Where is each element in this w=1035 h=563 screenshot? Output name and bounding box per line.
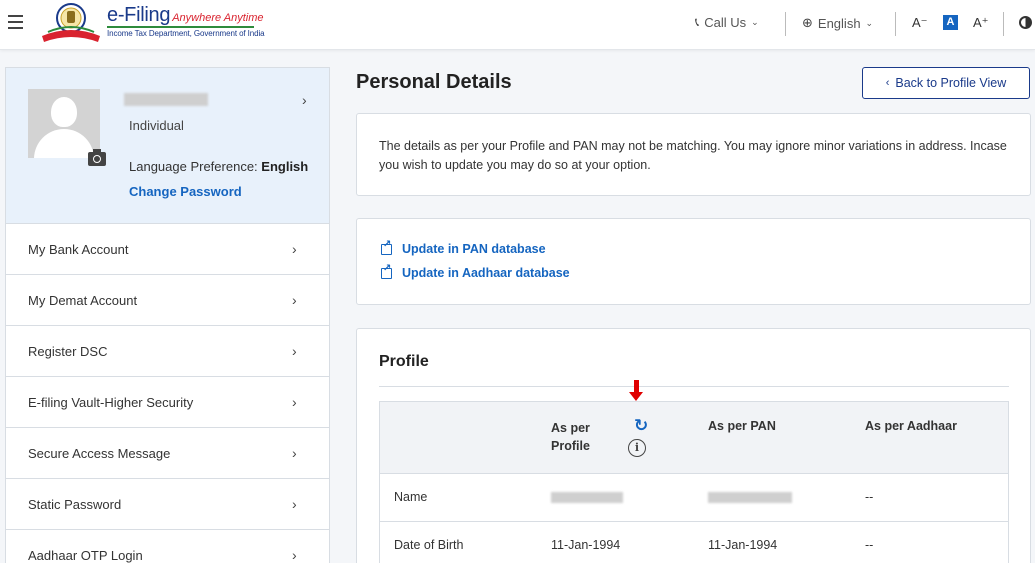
red-arrow-annotation <box>629 380 643 401</box>
chevron-right-icon: › <box>292 292 297 308</box>
sidebar-item-register-dsc[interactable]: Register DSC › <box>6 326 329 377</box>
table-header: As per Profile ↻ i As per PAN As per Aad… <box>379 380 1009 474</box>
chevron-right-icon: › <box>292 496 297 512</box>
sidebar-item-label: My Bank Account <box>28 242 129 257</box>
header-divider <box>895 12 896 36</box>
emblem-logo-icon <box>42 3 100 42</box>
update-pan-label: Update in PAN database <box>402 242 546 256</box>
globe-icon: ⊕ <box>802 15 813 30</box>
info-icon[interactable]: i <box>628 439 646 457</box>
change-password-link[interactable]: Change Password <box>129 184 242 199</box>
profile-comparison-table: As per Profile ↻ i As per PAN As per Aad… <box>379 380 1009 563</box>
sidebar-item-label: Register DSC <box>28 344 108 359</box>
language-label: English <box>817 15 861 31</box>
update-pan-link[interactable]: Update in PAN database <box>381 239 546 256</box>
row-profile-value: 11-Jan-1994 <box>551 538 621 552</box>
profile-divider <box>379 386 1009 387</box>
sidebar-item-bank-account[interactable]: My Bank Account › <box>6 224 329 275</box>
page-title: Personal Details <box>356 71 512 93</box>
row-aadhaar-value: -- <box>865 490 874 504</box>
call-us-button[interactable]: 📞︎ Call Us ⌄ <box>695 15 759 30</box>
back-button-label: Back to Profile View <box>895 76 1007 90</box>
name-profile-redacted <box>551 490 623 504</box>
update-aadhaar-link[interactable]: Update in Aadhaar database <box>381 263 570 280</box>
profile-summary-card: › Individual Language Preference: Englis… <box>6 68 329 224</box>
sidebar-item-static-password[interactable]: Static Password › <box>6 479 329 530</box>
chevron-down-icon: ⌄ <box>751 17 759 27</box>
font-normal-button[interactable]: A <box>943 15 958 30</box>
col-profile-line1: As per <box>551 421 590 435</box>
top-header: e-Filing Anywhere Anytime Income Tax Depa… <box>0 0 1035 50</box>
row-pan-value: 11-Jan-1994 <box>708 538 778 552</box>
sidebar-item-secure-access-message[interactable]: Secure Access Message › <box>6 428 329 479</box>
update-aadhaar-label: Update in Aadhaar database <box>402 266 570 280</box>
chevron-right-icon[interactable]: › <box>302 92 307 108</box>
chevron-down-icon: ⌄ <box>865 17 874 28</box>
user-type-label: Individual <box>129 118 184 133</box>
chevron-right-icon: › <box>292 394 297 410</box>
phone-icon: 📞︎ <box>695 15 700 29</box>
col-as-per-pan: As per PAN <box>708 419 776 433</box>
sidebar-item-demat-account[interactable]: My Demat Account › <box>6 275 329 326</box>
hamburger-menu-icon[interactable] <box>8 15 23 29</box>
row-aadhaar-value: -- <box>865 538 874 552</box>
camera-icon[interactable] <box>88 149 106 166</box>
sidebar-item-label: E-filing Vault-Higher Security <box>28 395 194 410</box>
logo-title[interactable]: e-Filing Anywhere Anytime <box>107 4 264 27</box>
table-row: Date of Birth 11-Jan-1994 11-Jan-1994 -- <box>379 522 1009 563</box>
notice-card: The details as per your Profile and PAN … <box>356 113 1031 196</box>
refresh-icon[interactable]: ↻ <box>634 416 648 436</box>
logo-subtitle: Income Tax Department, Government of Ind… <box>107 29 265 38</box>
logo-tagline: Anywhere Anytime <box>172 12 264 24</box>
sidebar: › Individual Language Preference: Englis… <box>5 67 330 563</box>
col-as-per-aadhaar: As per Aadhaar <box>865 419 957 433</box>
row-field-label: Date of Birth <box>394 538 464 552</box>
external-link-icon <box>381 263 392 279</box>
call-us-label: Call Us <box>704 15 747 30</box>
row-field-label: Name <box>394 490 428 504</box>
language-preference-label: Language Preference: <box>129 159 262 174</box>
name-pan-redacted <box>708 490 792 504</box>
contrast-toggle-icon[interactable] <box>1019 16 1032 29</box>
language-selector[interactable]: ⊕ English ⌄ <box>802 15 873 31</box>
sidebar-item-label: Secure Access Message <box>28 446 171 461</box>
header-divider <box>1003 12 1004 36</box>
sidebar-item-aadhaar-otp-login[interactable]: Aadhaar OTP Login › <box>6 530 329 563</box>
user-name-redacted <box>124 93 208 106</box>
language-preference-value: English <box>261 159 309 174</box>
sidebar-item-efiling-vault[interactable]: E-filing Vault-Higher Security › <box>6 377 329 428</box>
avatar <box>28 89 100 158</box>
font-decrease-button[interactable]: A⁻ <box>912 15 928 31</box>
col-as-per-profile: As per Profile <box>551 419 590 455</box>
logo-title-text: e-Filing <box>107 4 171 26</box>
chevron-right-icon: › <box>292 241 297 257</box>
chevron-right-icon: › <box>292 343 297 359</box>
language-preference: Language Preference: English <box>129 159 308 174</box>
notice-text: The details as per your Profile and PAN … <box>379 139 1007 172</box>
profile-details-card: Profile As per Profile ↻ i As per PAN As… <box>356 328 1031 563</box>
table-row: Name -- <box>379 474 1009 522</box>
chevron-right-icon: › <box>292 445 297 461</box>
sidebar-item-label: Static Password <box>28 497 122 512</box>
logo-underline <box>107 26 254 28</box>
font-increase-button[interactable]: A⁺ <box>973 15 989 31</box>
chevron-left-icon: ‹ <box>885 77 890 89</box>
external-link-icon <box>381 239 392 255</box>
col-profile-line2: Profile <box>551 439 590 453</box>
sidebar-item-label: My Demat Account <box>28 293 138 308</box>
profile-heading: Profile <box>379 353 429 370</box>
update-links-card: Update in PAN database Update in Aadhaar… <box>356 218 1031 305</box>
sidebar-item-label: Aadhaar OTP Login <box>28 548 143 563</box>
chevron-right-icon: › <box>292 547 297 563</box>
header-divider <box>785 12 786 36</box>
back-to-profile-button[interactable]: ‹ Back to Profile View <box>862 67 1030 99</box>
